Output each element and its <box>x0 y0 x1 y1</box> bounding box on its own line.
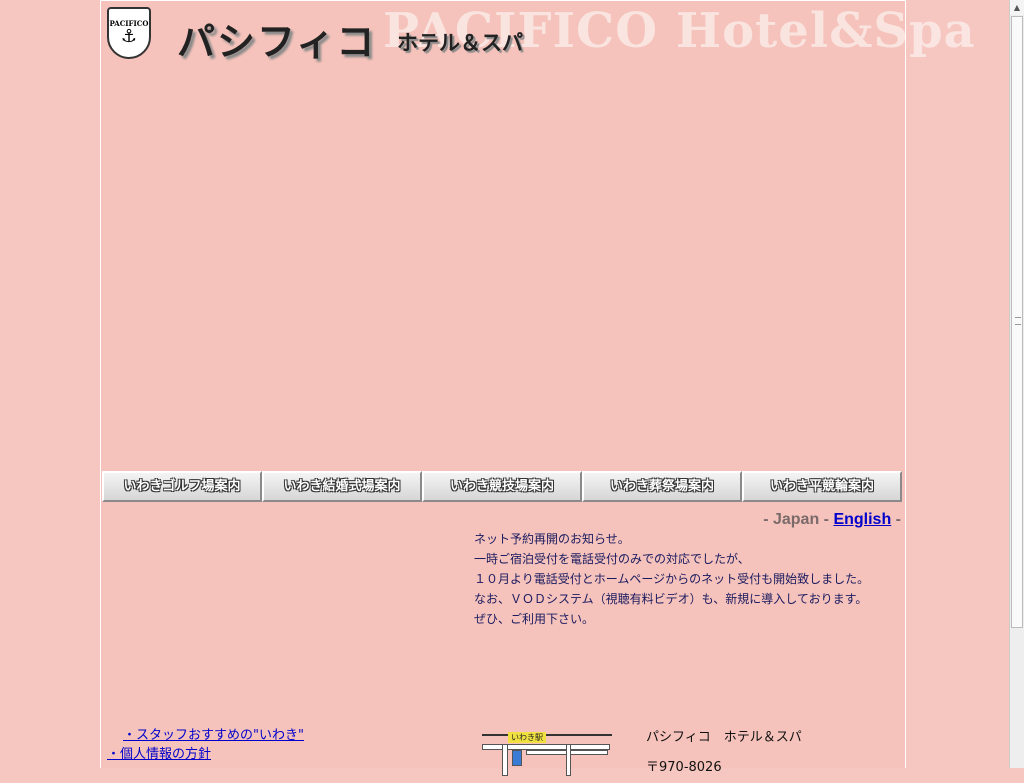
footer-links: ・スタッフおすすめの"いわき" ・個人情報の方針 <box>107 726 304 764</box>
nav-wedding-button[interactable]: いわき結婚式場案内 <box>262 471 422 502</box>
nav-golf-button[interactable]: いわきゴルフ場案内 <box>102 471 262 502</box>
english-link[interactable]: English <box>833 511 891 528</box>
hotel-address: パシフィコ ホテル＆スパ 〒970-8026 <box>646 723 802 783</box>
station-label: いわき駅 <box>508 732 546 743</box>
privacy-policy-link[interactable]: ・個人情報の方針 <box>107 745 304 764</box>
lang-japan-label: - Japan - <box>763 511 834 528</box>
map-road <box>512 750 522 766</box>
vertical-scrollbar[interactable]: ▲ <box>1009 0 1024 768</box>
postal-code: 〒970-8026 <box>646 760 722 775</box>
anchor-icon: ⚓ <box>120 26 138 47</box>
scrollbar-thumb[interactable] <box>1011 16 1023 628</box>
staff-recommend-link[interactable]: ・スタッフおすすめの"いわき" <box>107 726 304 745</box>
notice-line: ぜひ、ご利用下さい。 <box>474 612 595 626</box>
notice-line: １０月より電話受付とホームページからのネット受付も開始致しました。 <box>474 572 870 586</box>
hotel-name: パシフィコ ホテル＆スパ <box>646 730 802 745</box>
scroll-up-icon[interactable]: ▲ <box>1010 0 1024 15</box>
access-map[interactable]: いわき駅 <box>482 732 612 776</box>
language-switcher: - Japan - English - <box>763 511 901 529</box>
brand-title: パシフィコ <box>177 20 377 64</box>
nav-keirin-button[interactable]: いわき平競輪案内 <box>742 471 902 502</box>
notice-line: ネット予約再開のお知らせ。 <box>474 532 630 546</box>
page-container: PACIFICO Hotel&Spa PACIFICO ⚓ パシフィコ ホテル＆… <box>100 0 975 776</box>
notice-text: ネット予約再開のお知らせ。 一時ご宿泊受付を電話受付のみでの対応でしたが、 １０… <box>474 529 869 629</box>
nav-stadium-button[interactable]: いわき競技場案内 <box>422 471 582 502</box>
map-road <box>566 744 571 776</box>
nav-funeral-button[interactable]: いわき葬祭場案内 <box>582 471 742 502</box>
logo: PACIFICO ⚓ <box>107 7 151 59</box>
header-banner: PACIFICO Hotel&Spa PACIFICO ⚓ パシフィコ ホテル＆… <box>101 1 975 71</box>
nav-bar: いわきゴルフ場案内 いわき結婚式場案内 いわき競技場案内 いわき葬祭場案内 いわ… <box>102 471 904 502</box>
brand-subtitle: ホテル＆スパ <box>397 31 523 55</box>
notice-line: 一時ご宿泊受付を電話受付のみでの対応でしたが、 <box>474 552 750 566</box>
map-road <box>502 744 508 776</box>
lang-suffix: - <box>891 511 901 528</box>
notice-line: なお、ＶＯＤシステム（視聴有料ビデオ）も、新規に導入しております。 <box>474 592 868 606</box>
grip-icon <box>1015 317 1021 325</box>
